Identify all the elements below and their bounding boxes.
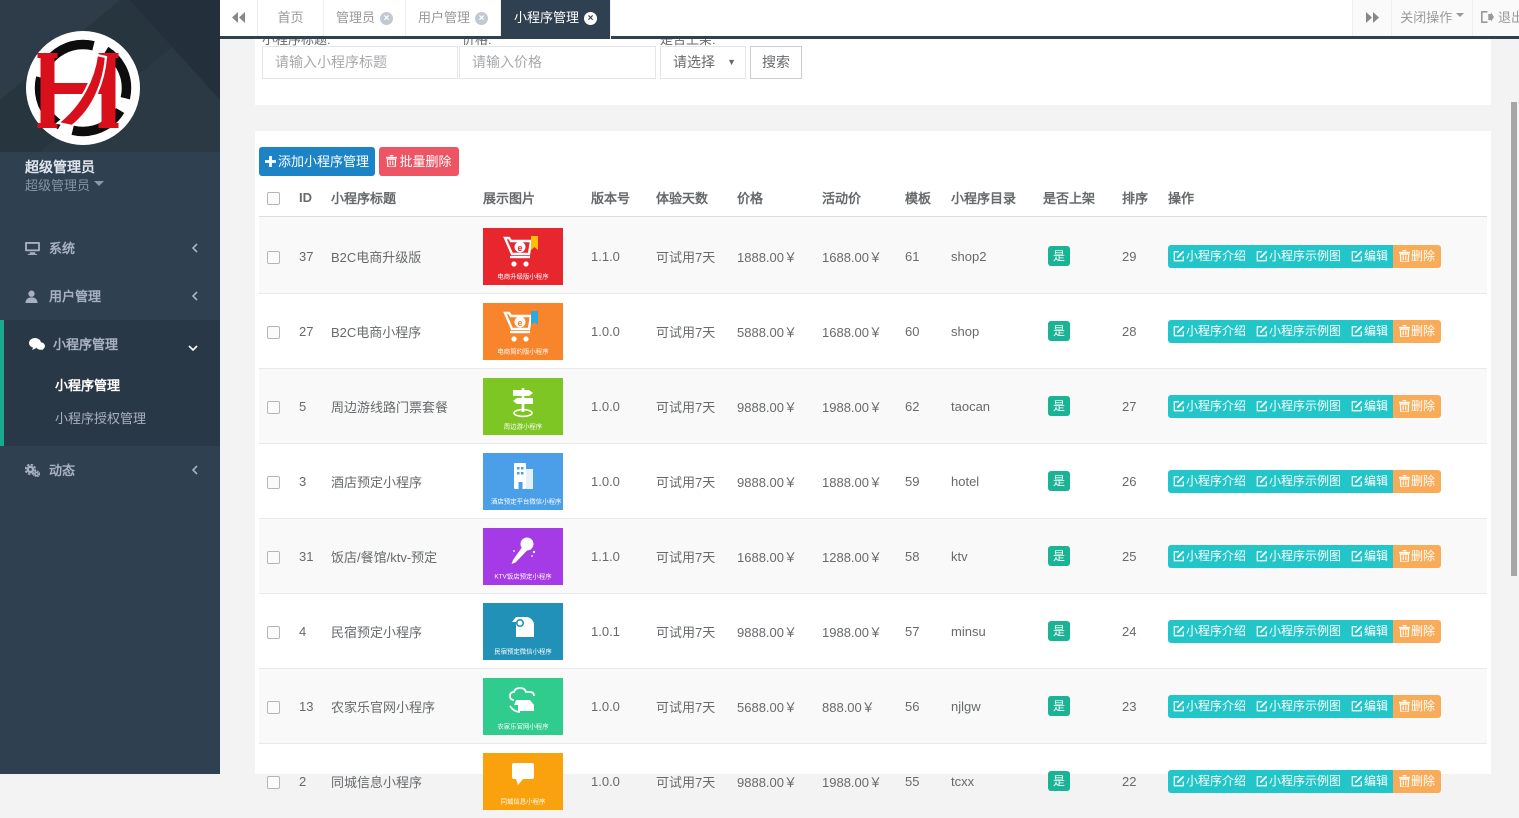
svg-text:e: e bbox=[517, 243, 522, 253]
svg-text:e: e bbox=[517, 318, 522, 328]
